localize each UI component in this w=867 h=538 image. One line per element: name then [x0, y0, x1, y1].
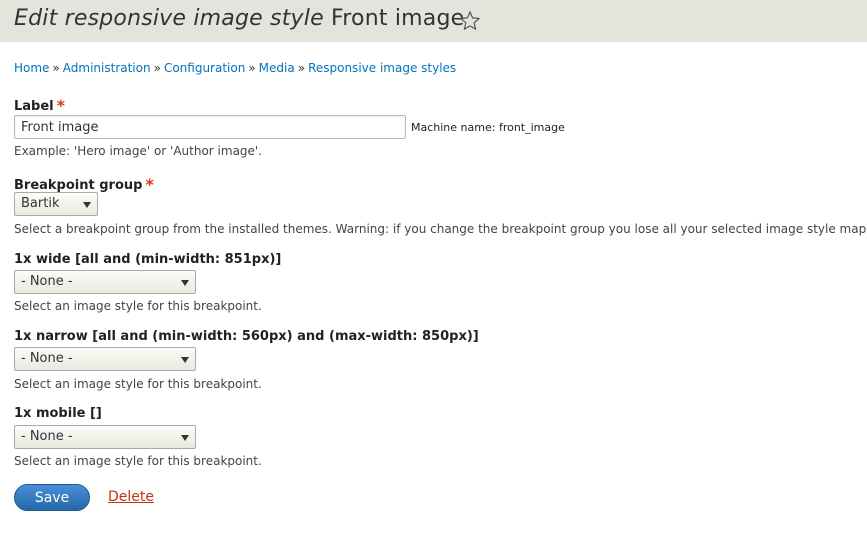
- save-button[interactable]: Save: [14, 484, 90, 511]
- breakpoint-group-select[interactable]: Bartik: [14, 192, 98, 216]
- chevron-down-icon: [83, 202, 91, 208]
- required-marker: *: [145, 175, 154, 194]
- breakpoint-wide-value: - None -: [21, 274, 73, 289]
- page-title: Edit responsive image style Front image: [14, 6, 464, 31]
- breadcrumb-separator: »: [248, 61, 256, 75]
- chevron-down-icon: [181, 435, 189, 441]
- chevron-down-icon: [181, 357, 189, 363]
- chevron-down-icon: [181, 280, 189, 286]
- breakpoint-narrow-label: 1x narrow [all and (min-width: 560px) an…: [14, 329, 479, 344]
- required-marker: *: [56, 96, 66, 115]
- breadcrumb-home[interactable]: Home: [14, 61, 49, 75]
- breadcrumb-media[interactable]: Media: [259, 61, 295, 75]
- breakpoint-narrow-select[interactable]: - None -: [14, 347, 196, 371]
- breakpoint-wide-description: Select an image style for this breakpoin…: [14, 299, 262, 313]
- breakpoint-narrow-description: Select an image style for this breakpoin…: [14, 377, 262, 391]
- breakpoint-mobile-description: Select an image style for this breakpoin…: [14, 454, 262, 468]
- machine-name: Machine name: front_image: [411, 121, 565, 134]
- breakpoint-mobile-label: 1x mobile []: [14, 406, 102, 421]
- breakpoint-group-label-text: Breakpoint group: [14, 178, 143, 193]
- star-icon[interactable]: [459, 10, 481, 32]
- breadcrumb-separator: »: [153, 61, 161, 75]
- breakpoint-group-value: Bartik: [21, 196, 60, 211]
- page-title-name: Front image: [331, 6, 465, 31]
- breakpoint-mobile-select[interactable]: - None -: [14, 425, 196, 449]
- breadcrumb-separator: »: [52, 61, 60, 75]
- breakpoint-narrow-value: - None -: [21, 351, 73, 366]
- breakpoint-wide-select[interactable]: - None -: [14, 270, 196, 294]
- breakpoint-mobile-value: - None -: [21, 429, 73, 444]
- page-title-prefix: Edit responsive image style: [14, 6, 324, 31]
- delete-link[interactable]: Delete: [108, 489, 154, 505]
- breadcrumb-separator: »: [297, 61, 306, 75]
- label-input[interactable]: [14, 115, 406, 139]
- breakpoint-group-label: Breakpoint group *: [14, 174, 154, 194]
- label-field-label-text: Label: [14, 99, 54, 114]
- page-header: Edit responsive image style Front image: [0, 0, 867, 42]
- breadcrumb-responsive-image-styles[interactable]: Responsive image styles: [308, 61, 456, 75]
- label-field-label: Label *: [14, 95, 66, 115]
- breakpoint-group-description: Select a breakpoint group from the insta…: [14, 222, 867, 236]
- breakpoint-wide-label: 1x wide [all and (min-width: 851px)]: [14, 252, 282, 267]
- breadcrumb: Home» Administration» Configuration» Media»…: [14, 61, 456, 75]
- label-description: Example: 'Hero image' or 'Author image'.: [14, 144, 263, 158]
- breadcrumb-configuration[interactable]: Configuration: [164, 61, 245, 75]
- breadcrumb-administration[interactable]: Administration: [63, 61, 151, 75]
